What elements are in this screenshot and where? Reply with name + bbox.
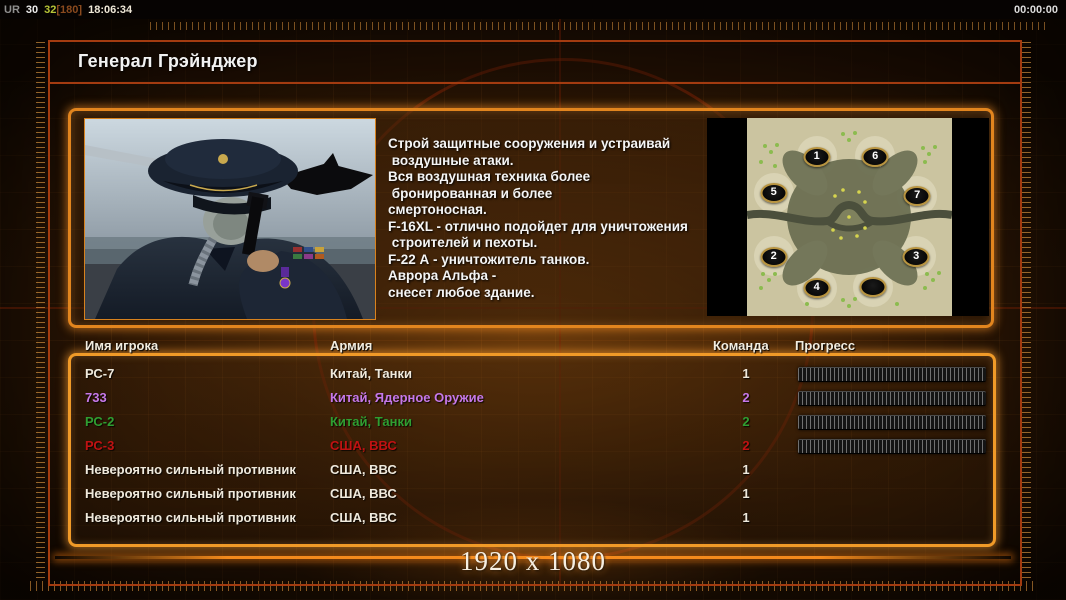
player-name: 733 [85, 390, 107, 405]
player-team: 1 [742, 462, 750, 477]
map-start-position-empty [859, 277, 887, 298]
map-preview-box: 1 6 5 7 2 3 4 [707, 118, 989, 316]
briefing-line: воздушные атаки. [388, 152, 514, 168]
briefing-line: F-16XL - отлично подойдет для уничтожени… [388, 218, 688, 234]
player-row: РС-7 Китай, Танки 1 [71, 362, 993, 386]
player-army: Китай, Танки [330, 414, 412, 429]
briefing-line: бронированная и более [388, 185, 553, 201]
player-row: РС-2 Китай, Танки 2 [71, 410, 993, 434]
map-terrain-image [747, 118, 952, 316]
briefing-line: снесет любое здание. [388, 284, 535, 300]
player-row: РС-3 США, ВВС 2 [71, 434, 993, 458]
header-player-name: Имя игрока [85, 338, 159, 353]
map-start-position-7: 7 [903, 186, 931, 207]
progress-bar [798, 391, 986, 406]
player-table-headers: Имя игрока Армия Команда Прогресс [0, 338, 1066, 354]
player-name: РС-7 [85, 366, 115, 381]
player-team: 2 [742, 414, 750, 429]
status-segment: 18:06:34 [88, 3, 133, 16]
ruler-top [150, 22, 1046, 30]
progress-bar [798, 415, 986, 430]
status-segment: UR [4, 3, 20, 16]
player-row: 733 Китай, Ядерное Оружие 2 [71, 386, 993, 410]
player-name: РС-3 [85, 438, 115, 453]
progress-bar [798, 367, 986, 382]
player-name: Невероятно сильный противник [85, 486, 296, 501]
player-table-panel: РС-7 Китай, Танки 1 733 Китай, Ядерное Оружи… [68, 353, 996, 547]
player-army: США, ВВС [330, 438, 397, 453]
player-row: Невероятно сильный противник США, ВВС 1 [71, 458, 993, 482]
player-army: США, ВВС [330, 510, 397, 525]
ruler-right [1022, 42, 1031, 578]
briefing-text: Строй защитные сооружения и устраивай во… [388, 136, 708, 301]
map-start-position-6: 6 [861, 146, 889, 167]
briefing-line: смертоносная. [388, 202, 487, 217]
general-portrait [84, 118, 376, 320]
ruler-left [36, 42, 45, 578]
generals-loading-screen: UR 30 32[180] 18:06:34 00:00:00 Генерал Грэ… [0, 0, 1066, 600]
map-preview: 1 6 5 7 2 3 4 [747, 118, 952, 316]
resolution-label: 1920 x 1080 [460, 546, 606, 576]
player-team: 2 [742, 390, 750, 405]
header-army: Армия [330, 338, 373, 353]
player-name: Невероятно сильный противник [85, 510, 296, 525]
map-start-position-2: 2 [760, 246, 788, 267]
briefing-line: F-22 А - уничтожитель танков. [388, 251, 590, 267]
player-row: Невероятно сильный противник США, ВВС 1 [71, 506, 993, 530]
briefing-line: Строй защитные сооружения и устраивай [388, 136, 671, 151]
player-team: 1 [742, 510, 750, 525]
map-start-position-1: 1 [803, 146, 831, 167]
briefing-line: строителей и пехоты. [388, 235, 538, 250]
status-segment: 30 [25, 3, 39, 16]
player-team: 1 [742, 486, 750, 501]
match-timer: 00:00:00 [1013, 3, 1058, 16]
header-team: Команда [713, 338, 769, 353]
status-bar: UR 30 32[180] 18:06:34 00:00:00 [0, 0, 1066, 19]
map-start-position-3: 3 [902, 246, 930, 267]
player-army: США, ВВС [330, 486, 397, 501]
player-team: 2 [742, 438, 750, 453]
debug-stats: UR 30 32[180] 18:06:34 [0, 4, 138, 16]
briefing-line: Вся воздушная техника более [388, 169, 591, 184]
progress-bar [798, 439, 986, 454]
player-name: РС-2 [85, 414, 115, 429]
player-army: Китай, Танки [330, 366, 412, 381]
general-title: Генерал Грэйнджер [78, 51, 258, 71]
general-portrait-image [85, 119, 375, 319]
map-start-position-4: 4 [803, 278, 831, 299]
map-start-position-5: 5 [760, 183, 788, 204]
status-segment: [180] [56, 3, 83, 16]
briefing-line: Аврора Альфа - [388, 268, 497, 283]
header-progress: Прогресс [795, 338, 856, 353]
player-name: Невероятно сильный противник [85, 462, 296, 477]
player-row: Невероятно сильный противник США, ВВС 1 [71, 482, 993, 506]
player-army: Китай, Ядерное Оружие [330, 390, 484, 405]
player-team: 1 [742, 366, 750, 381]
player-rows: РС-7 Китай, Танки 1 733 Китай, Ядерное Оружи… [71, 362, 993, 530]
title-bar: Генерал Грэйнджер [50, 42, 1020, 84]
status-segment: 32 [44, 3, 57, 16]
briefing-panel: Строй защитные сооружения и устраивай во… [68, 108, 994, 328]
player-army: США, ВВС [330, 462, 397, 477]
